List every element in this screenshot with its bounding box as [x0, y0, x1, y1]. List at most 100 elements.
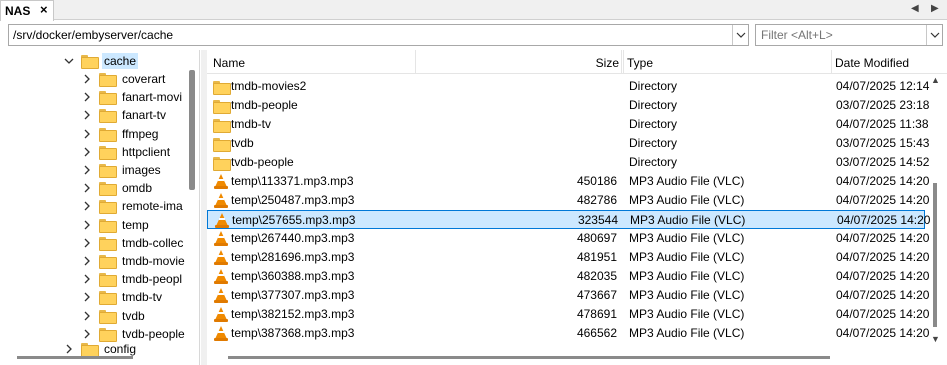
- folder-icon: [99, 218, 117, 233]
- column-header-type[interactable]: Type: [622, 50, 832, 74]
- file-row[interactable]: tmdb-tv Directory 04/07/2025 11:38: [207, 115, 929, 134]
- file-date-modified: 04/07/2025 14:20: [836, 193, 930, 207]
- file-row[interactable]: tmdb-movies2 Directory 04/07/2025 12:14: [207, 77, 929, 96]
- file-row[interactable]: temp\113371.mp3.mp3 450186 MP3 Audio File …: [207, 172, 929, 191]
- path-input[interactable]: [9, 25, 733, 45]
- tree-item-label: fanart-movi: [122, 90, 183, 105]
- folder-icon: [99, 291, 117, 306]
- file-date-modified: 04/07/2025 14:20: [837, 213, 931, 227]
- tree-item-label: coverart: [122, 72, 166, 86]
- tree-item[interactable]: ffmpeg: [81, 125, 160, 143]
- filter-input[interactable]: [756, 25, 927, 45]
- file-row[interactable]: temp\360388.mp3.mp3 482035 MP3 Audio File …: [207, 267, 929, 286]
- file-name: temp\387368.mp3.mp3: [231, 326, 355, 340]
- scroll-tabs-left-icon[interactable]: ◀: [911, 3, 919, 14]
- folder-icon: [213, 156, 231, 171]
- file-date-modified: 04/07/2025 12:14: [836, 79, 930, 93]
- file-name-cell: temp\267440.mp3.mp3: [211, 229, 354, 248]
- file-name: temp\360388.mp3.mp3: [231, 269, 355, 283]
- file-size: 480697: [576, 231, 617, 245]
- tree-item[interactable]: remote-ima: [81, 197, 185, 215]
- file-size: 482786: [576, 193, 617, 207]
- file-date-modified: 03/07/2025 14:52: [836, 155, 930, 169]
- chevron-right-icon[interactable]: [81, 237, 93, 249]
- chevron-right-icon[interactable]: [81, 182, 93, 194]
- tree-item-label: tmdb-peopl: [122, 272, 183, 287]
- file-name: temp\267440.mp3.mp3: [231, 231, 355, 245]
- file-row[interactable]: tvdb Directory 03/07/2025 15:43: [207, 134, 929, 153]
- chevron-right-icon[interactable]: [81, 291, 93, 303]
- file-date-modified: 03/07/2025 15:43: [836, 136, 930, 150]
- chevron-right-icon[interactable]: [81, 73, 93, 85]
- folder-icon: [99, 273, 117, 288]
- tree-item[interactable]: tvdb: [81, 307, 147, 325]
- chevron-right-icon[interactable]: [63, 343, 75, 355]
- folder-icon: [99, 200, 117, 215]
- file-row[interactable]: temp\377307.mp3.mp3 473667 MP3 Audio File …: [207, 286, 929, 305]
- file-row[interactable]: temp\250487.mp3.mp3 482786 MP3 Audio File …: [207, 191, 929, 210]
- chevron-right-icon[interactable]: [81, 255, 93, 267]
- file-row[interactable]: tmdb-people Directory 03/07/2025 23:18: [207, 96, 929, 115]
- file-row[interactable]: temp\281696.mp3.mp3 481951 MP3 Audio File …: [207, 248, 929, 267]
- tree-item[interactable]: tmdb-tv: [81, 288, 164, 306]
- chevron-right-icon[interactable]: [81, 146, 93, 158]
- chevron-down-icon[interactable]: [63, 55, 75, 67]
- chevron-right-icon[interactable]: [81, 328, 93, 340]
- tree-horizontal-scrollbar[interactable]: [17, 356, 133, 359]
- chevron-right-icon[interactable]: [81, 164, 93, 176]
- column-header-size[interactable]: Size: [577, 50, 622, 74]
- column-header-name[interactable]: Name: [207, 50, 416, 74]
- tree-item[interactable]: tmdb-movie: [81, 252, 187, 270]
- file-type: Directory: [629, 136, 678, 150]
- path-history-button[interactable]: [732, 25, 748, 45]
- tree-item[interactable]: coverart: [81, 70, 167, 88]
- chevron-right-icon[interactable]: [81, 310, 93, 322]
- chevron-right-icon[interactable]: [81, 273, 93, 285]
- chevron-right-icon[interactable]: [81, 109, 93, 121]
- tab-nas[interactable]: NAS ×: [0, 0, 54, 21]
- file-row[interactable]: temp\382152.mp3.mp3 478691 MP3 Audio File …: [207, 305, 929, 324]
- column-header-date-modified[interactable]: Date Modified: [832, 50, 947, 74]
- chevron-right-icon[interactable]: [81, 219, 93, 231]
- file-row[interactable]: tvdb-people Directory 03/07/2025 14:52: [207, 153, 929, 172]
- vlc-icon: [214, 212, 230, 229]
- list-vertical-scrollbar[interactable]: [933, 183, 937, 327]
- file-row[interactable]: temp\387368.mp3.mp3 466562 MP3 Audio File …: [207, 324, 929, 343]
- chevron-right-icon[interactable]: [81, 91, 93, 103]
- file-type: MP3 Audio File (VLC): [629, 326, 745, 340]
- tree-item-label: tmdb-movie: [122, 254, 185, 268]
- folder-icon: [99, 127, 117, 142]
- file-row[interactable]: temp\267440.mp3.mp3 480697 MP3 Audio File …: [207, 229, 929, 248]
- file-row-selected[interactable]: temp\257655.mp3.mp3 323544 MP3 Audio File …: [207, 210, 930, 230]
- tree-item[interactable]: images: [81, 161, 163, 179]
- file-name-cell: temp\257655.mp3.mp3: [212, 211, 355, 230]
- chevron-right-icon[interactable]: [81, 128, 93, 140]
- tree-item[interactable]: temp: [81, 216, 151, 234]
- close-icon[interactable]: ×: [40, 3, 48, 17]
- tree-vertical-scrollbar[interactable]: [189, 70, 195, 190]
- tree-item[interactable]: tmdb-collec: [81, 234, 185, 252]
- tree-item-cache[interactable]: cache: [63, 52, 139, 70]
- scroll-up-icon[interactable]: ▲: [931, 75, 940, 85]
- tree-item[interactable]: fanart-tv: [81, 106, 168, 124]
- file-name: tvdb-people: [231, 155, 294, 169]
- file-name: tmdb-movies2: [231, 79, 307, 93]
- file-name: temp\382152.mp3.mp3: [231, 307, 355, 321]
- scroll-tabs-right-icon[interactable]: ▶: [931, 3, 939, 14]
- tree-item[interactable]: fanart-movi: [81, 88, 184, 106]
- folder-icon: [213, 99, 231, 114]
- vlc-icon: [213, 287, 229, 304]
- file-name: temp\377307.mp3.mp3: [231, 288, 355, 302]
- folder-icon: [99, 327, 117, 342]
- tree-item[interactable]: tmdb-peopl: [81, 270, 184, 288]
- scroll-down-icon[interactable]: ▼: [931, 334, 940, 344]
- file-size: 450186: [576, 174, 617, 188]
- filter-dropdown-button[interactable]: [926, 25, 942, 45]
- file-name-cell: tvdb-people: [211, 153, 294, 172]
- list-horizontal-scrollbar[interactable]: [228, 356, 830, 359]
- tree-item[interactable]: httpclient: [81, 143, 172, 161]
- chevron-right-icon[interactable]: [81, 200, 93, 212]
- tree-item[interactable]: omdb: [81, 179, 154, 197]
- file-date-modified: 04/07/2025 14:20: [836, 288, 930, 302]
- tree-item-label: ffmpeg: [122, 126, 159, 141]
